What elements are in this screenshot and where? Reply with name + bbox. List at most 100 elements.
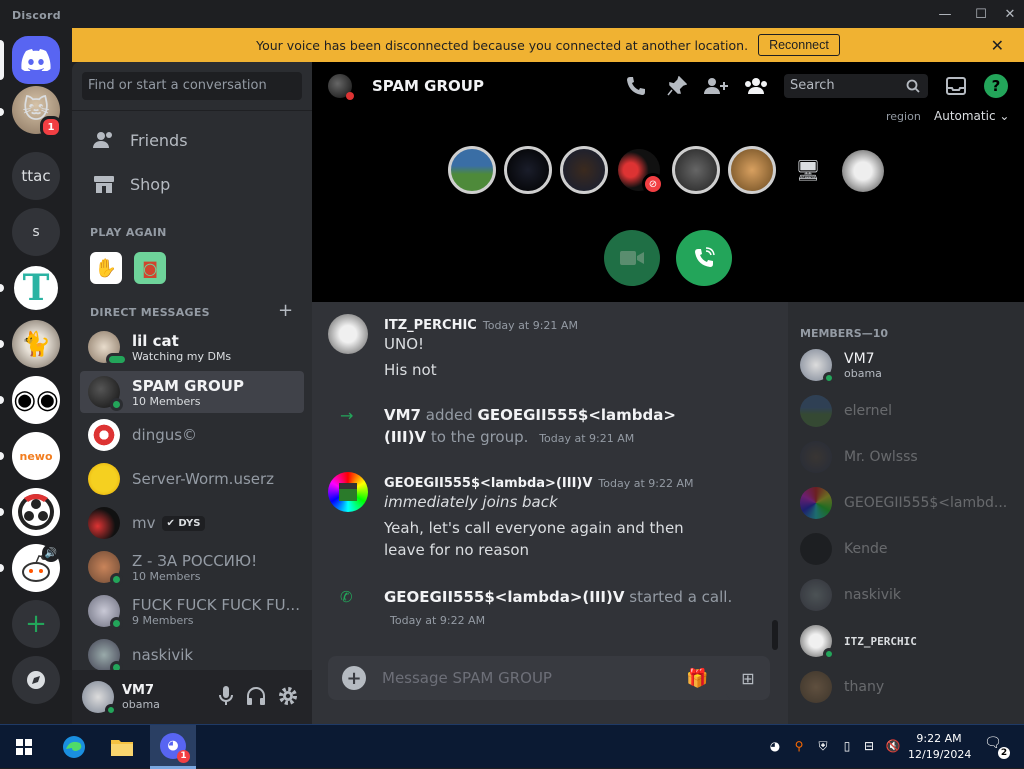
- face-avatar-icon: ◉◉: [13, 385, 59, 415]
- server-rail: 🐱 1 ttac s T 🐈 ◉◉ newo 🔊 +: [0, 28, 72, 724]
- dm-item[interactable]: lil cat Watching my DMs: [80, 326, 304, 368]
- server-badge: 1: [40, 116, 62, 138]
- settings-gear-icon[interactable]: [276, 684, 300, 708]
- nav-shop[interactable]: Shop: [80, 164, 304, 204]
- tray-shield-icon[interactable]: ⛨: [814, 737, 832, 755]
- tray-usb-icon[interactable]: ▯: [838, 737, 856, 755]
- headphones-icon[interactable]: [244, 684, 268, 708]
- system-actor[interactable]: VM7: [384, 406, 421, 424]
- tray-volume-muted-icon[interactable]: 🔇: [884, 737, 902, 755]
- nav-friends[interactable]: Friends: [80, 120, 304, 160]
- message-input[interactable]: Message SPAM GROUP: [382, 669, 686, 687]
- member-item[interactable]: VM7 obama: [796, 344, 1016, 386]
- play-again-header: PLAY AGAIN: [90, 226, 167, 239]
- call-ringing-icon[interactable]: [624, 74, 648, 98]
- search-input[interactable]: Search: [784, 74, 928, 98]
- server-newo[interactable]: newo: [12, 432, 60, 480]
- home-button[interactable]: [12, 36, 60, 84]
- participant-avatar[interactable]: [560, 146, 608, 194]
- member-item[interactable]: elernel: [796, 390, 1016, 432]
- member-item[interactable]: GEOEGII555$<lambd...: [796, 482, 1016, 524]
- help-icon[interactable]: ?: [984, 74, 1008, 98]
- message: ITZ_PERCHIC Today at 9:21 AM UNO! His not: [328, 314, 768, 381]
- find-conversation-input[interactable]: Find or start a conversation: [82, 72, 302, 100]
- system-actor[interactable]: GEOEGII555$<lambda>(III)V: [384, 588, 624, 606]
- dm-sub: 10 Members: [132, 394, 201, 408]
- participant-avatar[interactable]: ⊘: [618, 149, 664, 195]
- taskbar-edge[interactable]: [52, 725, 96, 769]
- participant-avatar[interactable]: [672, 146, 720, 194]
- clock[interactable]: 9:22 AM 12/19/2024: [908, 731, 971, 763]
- dm-name: Server-Worm.userz: [132, 470, 275, 488]
- apps-icon[interactable]: ⊞: [726, 656, 770, 700]
- reconnect-button[interactable]: Reconnect: [758, 34, 840, 56]
- add-server-button[interactable]: +: [12, 600, 60, 648]
- server-s[interactable]: s: [12, 208, 60, 256]
- member-item[interactable]: Mr. Owlsss: [796, 436, 1016, 478]
- attach-plus-icon[interactable]: +: [342, 666, 366, 690]
- dm-item[interactable]: mv ✔ DYS: [80, 502, 304, 544]
- participant-avatar[interactable]: 🖥: [790, 152, 826, 188]
- server-cat2[interactable]: 🐈: [12, 320, 60, 368]
- server-face[interactable]: ◉◉: [12, 376, 60, 424]
- taskbar-explorer[interactable]: [100, 725, 144, 769]
- close-banner-icon[interactable]: ✕: [991, 36, 1004, 55]
- maximize-button[interactable]: ☐: [964, 4, 998, 24]
- close-button[interactable]: ✕: [996, 4, 1024, 24]
- start-button[interactable]: [0, 725, 48, 769]
- participant-avatar[interactable]: [448, 146, 496, 194]
- join-call-button[interactable]: [676, 230, 732, 286]
- notification-button[interactable]: 🗨 2: [984, 735, 1010, 759]
- dm-item-selected[interactable]: SPAM GROUP 10 Members: [80, 371, 304, 413]
- participant-avatar[interactable]: [842, 150, 884, 192]
- dm-name: FUCK FUCK FUCK FU...: [132, 595, 300, 614]
- taskbar-discord[interactable]: ◕ 1: [150, 725, 196, 769]
- tray-network-icon[interactable]: ⊟: [860, 737, 878, 755]
- minimize-button[interactable]: —: [928, 4, 962, 24]
- dm-name: Z - ЗА РОССИЮ!: [132, 551, 258, 570]
- user-avatar[interactable]: [82, 681, 117, 716]
- message-avatar[interactable]: [328, 314, 368, 354]
- member-name: naskivik: [844, 587, 902, 603]
- region-value: Automatic: [934, 109, 996, 123]
- member-item[interactable]: naskivik: [796, 574, 1016, 616]
- game-icon-2[interactable]: ◙: [134, 252, 166, 284]
- system-message: ✆ GEOEGII555$<lambda>(III)V started a ca…: [328, 586, 768, 632]
- microphone-icon[interactable]: [214, 684, 238, 708]
- server-t[interactable]: T: [12, 264, 60, 312]
- member-name: GEOEGII555$<lambd...: [844, 495, 1008, 511]
- region-label: region: [886, 110, 921, 123]
- tray-discord-icon[interactable]: ◕: [766, 737, 784, 755]
- member-item[interactable]: ITZ_PERCHIC: [796, 620, 1016, 662]
- message-author[interactable]: GEOEGII555$<lambda>(III)V: [384, 476, 592, 491]
- tray-search-icon[interactable]: ⚲: [790, 737, 808, 755]
- participant-avatar[interactable]: [504, 146, 552, 194]
- create-dm-button[interactable]: +: [278, 300, 293, 321]
- pin-icon[interactable]: [665, 74, 689, 98]
- message-avatar[interactable]: [328, 472, 368, 512]
- camera-button[interactable]: [604, 230, 660, 286]
- dm-item[interactable]: Z - ЗА РОССИЮ! 10 Members: [80, 546, 304, 588]
- member-name: elernel: [844, 403, 893, 419]
- message-author[interactable]: ITZ_PERCHIC: [384, 318, 477, 333]
- server-ttac[interactable]: ttac: [12, 152, 60, 200]
- region-select[interactable]: Automatic ⌄: [934, 109, 1009, 123]
- members-list-icon[interactable]: [744, 74, 768, 98]
- dm-item[interactable]: FUCK FUCK FUCK FU... 9 Members: [80, 590, 304, 632]
- explore-button[interactable]: [12, 656, 60, 704]
- avatar: [800, 487, 832, 519]
- participant-avatar[interactable]: [728, 146, 776, 194]
- gift-icon[interactable]: 🎁: [686, 668, 710, 689]
- status-online-icon: [110, 573, 123, 586]
- add-friends-icon[interactable]: [704, 74, 728, 98]
- dm-name: naskivik: [132, 646, 194, 664]
- chat-scrollbar[interactable]: [772, 620, 778, 650]
- dm-item[interactable]: Server-Worm.userz: [80, 458, 304, 500]
- dm-item[interactable]: dingus©: [80, 414, 304, 456]
- game-icon-1[interactable]: ✋: [90, 252, 122, 284]
- dm-tag-label: DYS: [178, 517, 201, 529]
- member-item[interactable]: Kende: [796, 528, 1016, 570]
- server-obs[interactable]: [12, 488, 60, 536]
- member-item[interactable]: thany: [796, 666, 1016, 708]
- inbox-icon[interactable]: [944, 74, 968, 98]
